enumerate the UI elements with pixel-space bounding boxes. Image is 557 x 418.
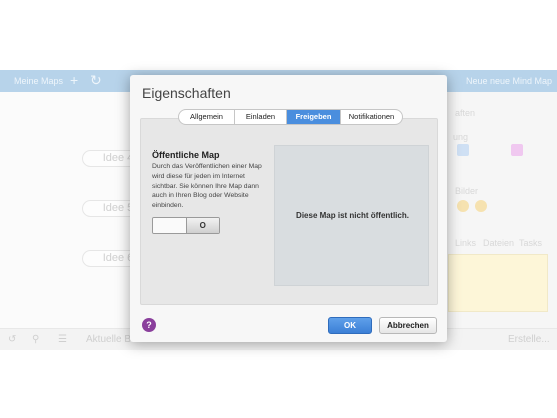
add-icon[interactable]: +: [70, 72, 78, 88]
tab-notifikationen[interactable]: Notifikationen: [341, 110, 402, 124]
public-map-heading: Öffentliche Map: [152, 150, 220, 160]
side-tab-tasks[interactable]: Tasks: [519, 238, 542, 248]
publish-status-text: Diese Map ist nicht öffentlich.: [296, 211, 409, 220]
toggle-track: [153, 218, 187, 233]
public-map-description: Durch das Veröffentlichen einer Map wird…: [152, 163, 262, 210]
toggle-knob[interactable]: O: [186, 218, 219, 233]
style-swatch[interactable]: [457, 144, 469, 156]
side-tab-files[interactable]: Dateien: [483, 238, 514, 248]
dialog-panel: Öffentliche Map Durch das Veröffentliche…: [140, 118, 438, 305]
redo-icon[interactable]: ↻: [90, 72, 102, 89]
help-icon[interactable]: ?: [142, 318, 156, 332]
emoji-icon[interactable]: [457, 200, 469, 212]
publish-status-box: Diese Map ist nicht öffentlich.: [274, 145, 429, 286]
color-swatch[interactable]: [511, 144, 523, 156]
cancel-button[interactable]: Abbrechen: [379, 317, 437, 334]
create-link[interactable]: Erstelle...: [508, 334, 550, 345]
tab-einladen[interactable]: Einladen: [235, 110, 287, 124]
notes-area[interactable]: [448, 254, 548, 312]
tab-freigeben[interactable]: Freigeben: [287, 110, 341, 124]
zoom-icon[interactable]: ⚲: [32, 334, 39, 345]
emoji-icon[interactable]: [475, 200, 487, 212]
properties-dialog: Eigenschaften Öffentliche Map Durch das …: [130, 75, 447, 342]
dialog-title: Eigenschaften: [142, 85, 231, 101]
side-label: aften: [455, 108, 476, 118]
tab-allgemein[interactable]: Allgemein: [179, 110, 235, 124]
toolbar-map-title[interactable]: Neue neue Mind Map: [466, 76, 552, 86]
dialog-tabs: Allgemein Einladen Freigeben Notifikatio…: [178, 109, 403, 125]
side-tab-links[interactable]: Links: [455, 238, 476, 248]
map-name[interactable]: Meine Maps: [14, 76, 63, 86]
undo-icon[interactable]: ↺: [8, 334, 16, 345]
side-label: Bilder: [455, 186, 479, 196]
ok-button[interactable]: OK: [328, 317, 372, 334]
publish-toggle[interactable]: O: [152, 217, 220, 234]
feed-icon[interactable]: ☰: [58, 334, 67, 345]
side-label: ung: [453, 132, 469, 142]
